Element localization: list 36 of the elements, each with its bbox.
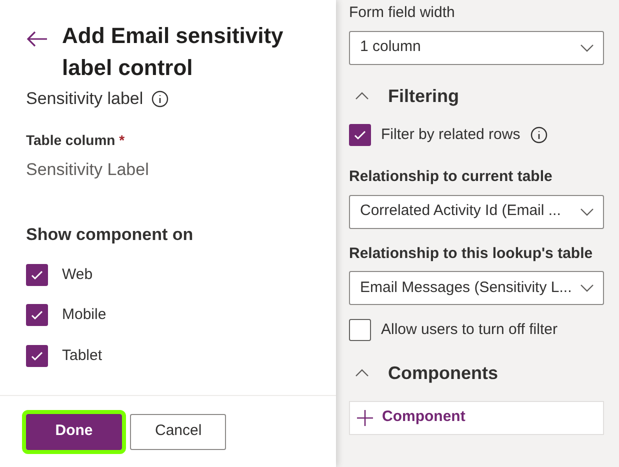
components-header[interactable]: Components: [388, 360, 498, 386]
section-label: Sensitivity label: [26, 88, 144, 110]
chevron-down-icon[interactable]: [579, 206, 595, 216]
back-arrow-icon[interactable]: [26, 30, 48, 48]
checkbox[interactable]: [349, 319, 371, 342]
field-label: Table column *: [26, 132, 125, 148]
chevron-down-icon[interactable]: [579, 283, 595, 293]
cancel-button[interactable]: Cancel: [130, 414, 226, 450]
group-label: Show component on: [26, 224, 194, 246]
dropdown[interactable]: 1 column: [349, 30, 604, 64]
checkbox[interactable]: [349, 124, 371, 146]
checkbox-label: Tablet: [62, 346, 102, 366]
filtering-header[interactable]: Filtering: [388, 82, 459, 110]
info-icon[interactable]: [530, 126, 548, 144]
field-label: Form field width: [349, 3, 456, 23]
field-label: Relationship to this lookup's table: [349, 244, 594, 264]
checkbox[interactable]: [26, 264, 48, 286]
done-button[interactable]: Done: [26, 414, 122, 450]
field-label: Relationship to current table: [349, 167, 554, 187]
chevron-down-icon[interactable]: [579, 42, 595, 52]
checkmark-icon: [30, 308, 44, 322]
checkbox[interactable]: [26, 304, 48, 326]
dropdown[interactable]: Email Messages (Sensitivity L...: [349, 271, 604, 305]
chevron-up-icon[interactable]: [354, 91, 370, 101]
checkbox-label: Mobile: [62, 305, 106, 325]
field-value: Sensitivity Label: [26, 158, 150, 180]
checkbox[interactable]: [26, 344, 48, 367]
checkbox-label: Filter by related rows: [381, 124, 520, 144]
chevron-up-icon[interactable]: [354, 368, 370, 378]
plus-icon: [356, 408, 374, 426]
checkbox-label: Allow users to turn off filter: [381, 320, 558, 340]
panel-title: Add Email sensitivity label control: [62, 22, 284, 82]
checkbox-label: Web: [62, 264, 93, 284]
add-component-button[interactable]: Component: [349, 400, 604, 434]
dropdown[interactable]: Correlated Activity Id (Email ...: [349, 194, 604, 228]
info-icon[interactable]: [151, 90, 170, 108]
